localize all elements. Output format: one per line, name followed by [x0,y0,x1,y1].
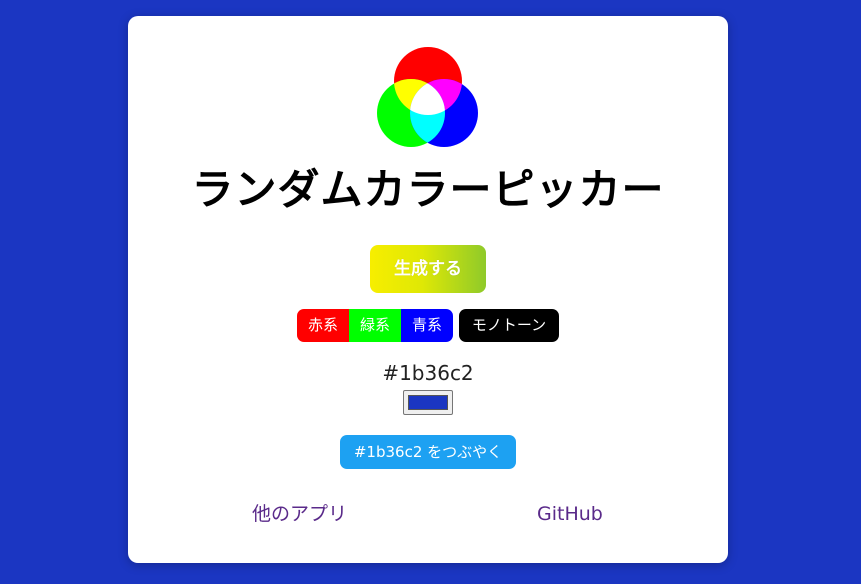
hex-code-display: #1b36c2 [382,361,474,385]
rgb-venn-icon [377,47,478,147]
main-card: ランダムカラーピッカー 生成する 赤系 緑系 青系 モノトーン #1b36c2 … [128,16,728,563]
github-link[interactable]: GitHub [537,501,603,527]
tweet-button[interactable]: #1b36c2 をつぶやく [340,435,516,469]
filter-blue-button[interactable]: 青系 [401,309,453,342]
other-apps-link[interactable]: 他のアプリ [252,501,347,527]
filter-red-button[interactable]: 赤系 [297,309,349,342]
filter-green-button[interactable]: 緑系 [349,309,401,342]
page-title: ランダムカラーピッカー [191,165,665,214]
generate-button[interactable]: 生成する [370,245,486,293]
color-filter-group: 赤系 緑系 青系 [297,309,453,342]
filter-monotone-button[interactable]: モノトーン [459,309,559,342]
color-picker-input[interactable] [403,390,453,415]
color-swatch [408,395,448,410]
